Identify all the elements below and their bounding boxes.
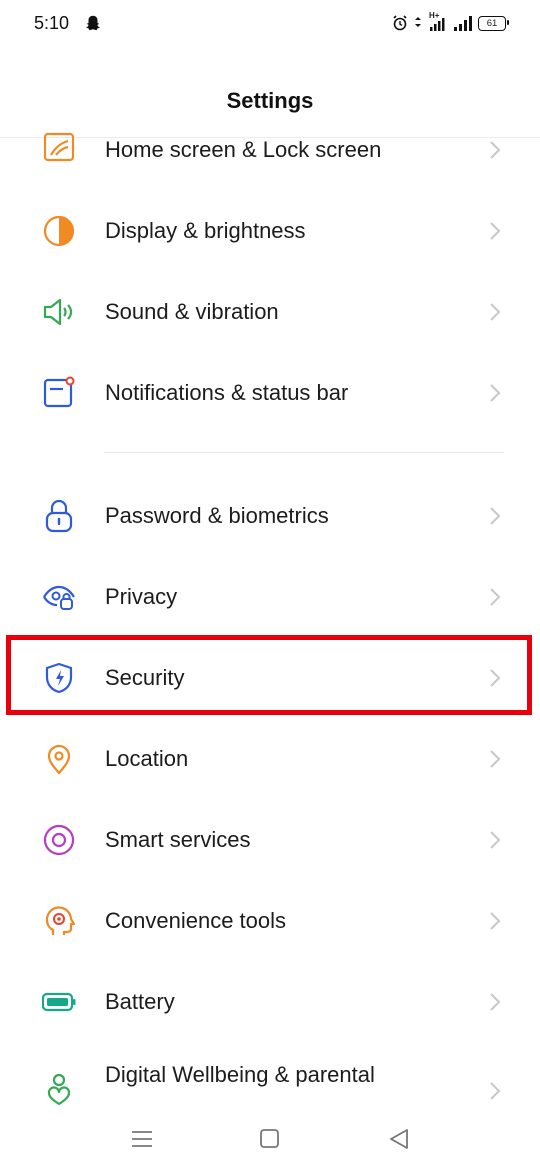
settings-item-location[interactable]: Location [0, 718, 540, 799]
chevron-right-icon [490, 222, 501, 240]
chevron-right-icon [490, 384, 501, 402]
home-square-icon[interactable] [256, 1126, 284, 1152]
settings-item-display[interactable]: Display & brightness [0, 190, 540, 271]
target-icon [43, 824, 75, 856]
chevron-right-icon [490, 912, 501, 930]
battery-icon [42, 992, 76, 1012]
shield-icon [45, 662, 73, 694]
section-divider [104, 452, 504, 453]
snapchat-icon [85, 15, 101, 31]
settings-item-label: Security [105, 665, 185, 690]
chevron-right-icon [490, 669, 501, 687]
speaker-icon [43, 298, 73, 326]
settings-item-privacy[interactable]: Privacy [0, 556, 540, 637]
back-triangle-icon[interactable] [386, 1126, 414, 1152]
status-bar: 5:10 H+ 61 [0, 0, 540, 48]
settings-item-label: Notifications & status bar [105, 380, 349, 405]
settings-item-password[interactable]: Password & biometrics [0, 475, 540, 556]
battery-level: 61 [486, 17, 498, 29]
chevron-right-icon [490, 1082, 501, 1100]
settings-item-label: Digital Wellbeing & parental [105, 1062, 375, 1087]
chevron-right-icon [490, 588, 501, 606]
settings-list[interactable]: Home screen & Lock screen Display & brig… [0, 109, 540, 1109]
settings-item-convenience[interactable]: Convenience tools [0, 880, 540, 961]
notification-icon [43, 376, 75, 408]
signal-h-plus-icon: H+ [428, 11, 446, 32]
chevron-right-icon [490, 750, 501, 768]
settings-item-smart-services[interactable]: Smart services [0, 799, 540, 880]
chevron-right-icon [490, 993, 501, 1011]
status-time: 5:10 [34, 13, 70, 33]
settings-item-sound[interactable]: Sound & vibration [0, 271, 540, 352]
settings-item-label: Sound & vibration [105, 299, 279, 324]
brightness-icon [43, 215, 75, 247]
settings-item-battery[interactable]: Battery [0, 961, 540, 1042]
settings-item-label: Privacy [105, 584, 178, 609]
lock-icon [45, 499, 73, 533]
wifi-data-icon [415, 17, 421, 27]
settings-item-label: Location [105, 746, 189, 771]
navigation-bar [0, 1110, 540, 1170]
settings-item-wellbeing[interactable]: Digital Wellbeing & parental [0, 1042, 540, 1109]
settings-item-notifications[interactable]: Notifications & status bar [0, 352, 540, 433]
chevron-right-icon [490, 507, 501, 525]
settings-item-label: Battery [105, 989, 175, 1014]
wellbeing-icon [47, 1073, 71, 1106]
settings-item-label: Smart services [105, 827, 251, 852]
settings-item-label: Password & biometrics [105, 503, 329, 528]
settings-item-home-lock[interactable]: Home screen & Lock screen [0, 109, 540, 190]
chevron-right-icon [490, 303, 501, 321]
settings-item-label: Display & brightness [105, 218, 306, 243]
battery-indicator: 61 [478, 15, 509, 31]
status-icons: H+ 61 [392, 11, 509, 34]
menu-icon[interactable] [128, 1126, 156, 1152]
alarm-icon [393, 15, 407, 31]
settings-item-label: Convenience tools [105, 908, 287, 933]
chevron-right-icon [490, 831, 501, 849]
location-pin-icon [47, 744, 71, 775]
settings-item-label: Home screen & Lock screen [105, 137, 382, 162]
eye-lock-icon [43, 585, 75, 610]
settings-item-security[interactable]: Security [0, 637, 540, 718]
head-icon [45, 906, 76, 935]
chevron-right-icon [490, 141, 501, 159]
home-lock-icon [43, 132, 75, 162]
signal-icon [454, 16, 472, 31]
